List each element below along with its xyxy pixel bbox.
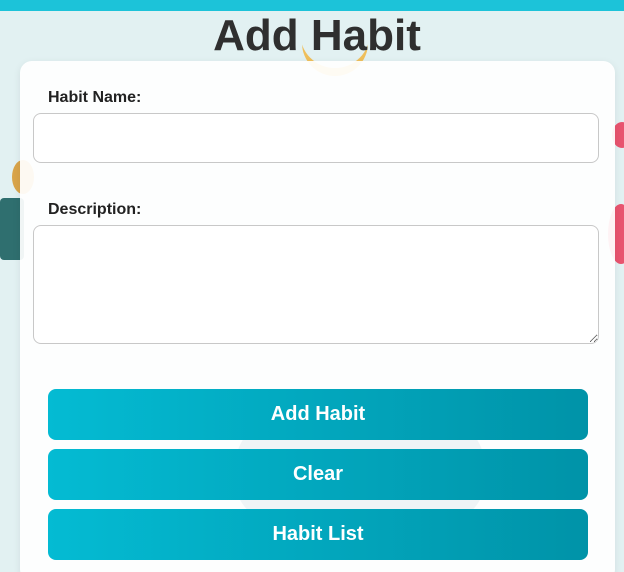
description-label: Description:: [48, 201, 142, 218]
habit-name-label: Habit Name:: [48, 89, 142, 106]
habit-name-input[interactable]: [33, 113, 599, 163]
habit-list-button[interactable]: Habit List: [48, 509, 588, 560]
clear-button[interactable]: Clear: [48, 449, 588, 500]
page-title: Add Habit: [213, 11, 421, 60]
add-habit-button[interactable]: Add Habit: [48, 389, 588, 440]
description-textarea[interactable]: [33, 225, 599, 344]
top-accent-bar: [0, 0, 624, 11]
